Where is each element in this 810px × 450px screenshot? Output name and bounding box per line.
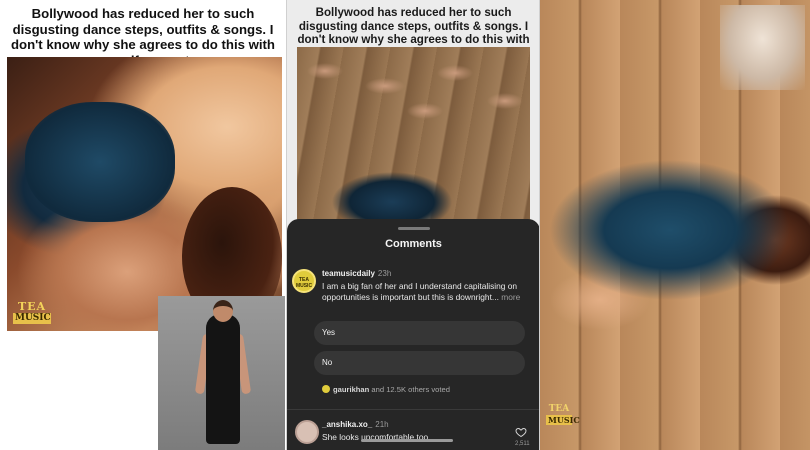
portrait-photo — [158, 296, 285, 450]
comment-time: 21h — [375, 420, 389, 429]
divider — [287, 409, 540, 410]
more-link[interactable]: more — [501, 292, 520, 302]
home-indicator — [361, 439, 453, 442]
username-text[interactable]: _anshika.xo_ — [322, 420, 372, 429]
dance-floor-photo — [540, 0, 810, 450]
portrait-figure — [206, 314, 240, 444]
comment-username[interactable]: _anshika.xo_ 21h — [322, 420, 389, 429]
panel-divider — [286, 0, 287, 450]
logo-top-text: TEA — [17, 300, 47, 313]
like-count: 2,511 — [515, 441, 530, 447]
voter-avatar — [322, 385, 330, 393]
photo-detail-cloth — [720, 5, 805, 90]
logo-bottom-text: MUSIC — [13, 313, 51, 324]
background-dancers — [305, 51, 525, 121]
comments-title: Comments — [385, 238, 442, 250]
comments-sheet: Comments TEA MUSIC teamusicdaily 23h I am… — [287, 219, 540, 450]
comment-text: I am a big fan of her and I understand c… — [322, 281, 534, 303]
poll-votes-summary: gaurikhan and 12.5K others voted — [322, 385, 450, 394]
comment-body: I am a big fan of her and I understand c… — [322, 281, 518, 302]
tea-music-logo: TEA MUSIC — [546, 404, 580, 425]
post-photo[interactable] — [297, 47, 530, 221]
comment-time: 23h — [377, 269, 392, 278]
panel-divider — [539, 0, 540, 450]
right-panel: TEA MUSIC — [540, 0, 810, 450]
avatar[interactable]: TEA MUSIC — [292, 269, 316, 293]
left-panel: Bollywood has reduced her to such disgus… — [0, 0, 286, 450]
poll-option-no[interactable]: No — [314, 351, 525, 375]
logo-top-text: TEA — [548, 404, 570, 414]
portrait-head — [213, 300, 233, 322]
avatar[interactable] — [295, 420, 319, 444]
heart-icon[interactable] — [515, 426, 527, 438]
voter-name[interactable]: gaurikhan — [333, 385, 369, 394]
username-text[interactable]: teamusicdaily — [322, 269, 375, 278]
drag-handle[interactable] — [398, 227, 430, 230]
poll-option-yes[interactable]: Yes — [314, 321, 525, 345]
instagram-post-panel: Bollywood has reduced her to such disgus… — [287, 0, 540, 450]
votes-rest: and 12.5K others voted — [371, 385, 450, 394]
photo-detail-top — [25, 102, 175, 222]
dance-still-photo — [7, 57, 282, 331]
comment-username[interactable]: teamusicdaily 23h — [322, 269, 391, 278]
avatar-label: TEA MUSIC — [295, 277, 313, 289]
tea-music-logo: TEA MUSIC — [13, 301, 51, 324]
logo-bottom-text: MUSIC — [546, 415, 580, 425]
